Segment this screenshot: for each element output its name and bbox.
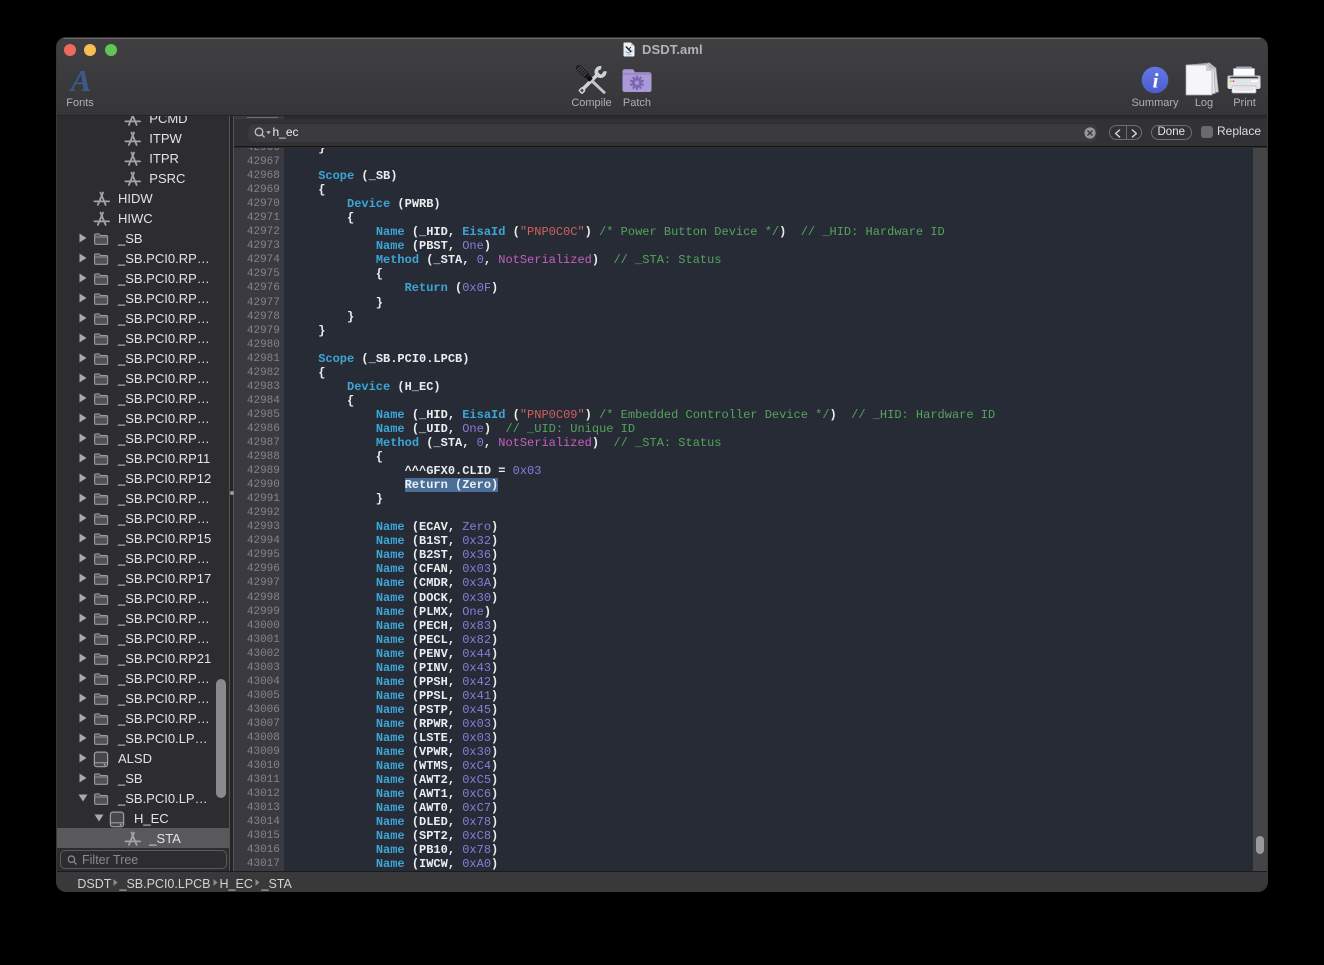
svg-text:i: i — [1153, 68, 1159, 92]
svg-text:A: A — [69, 67, 92, 97]
